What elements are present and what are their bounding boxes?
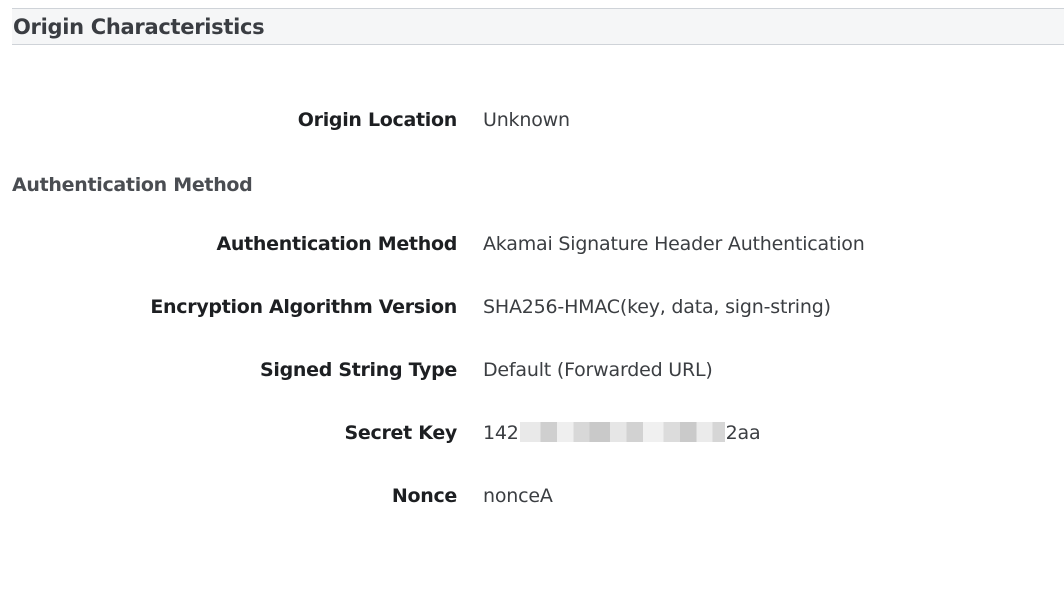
- nonce-value: nonceA: [483, 485, 553, 507]
- secret-key-redacted-pixelation: [519, 422, 725, 442]
- encryption-algorithm-value: SHA256-HMAC(key, data, sign-string): [483, 296, 831, 318]
- secret-key-value: 142 2aa: [483, 422, 761, 444]
- secret-key-suffix: 2aa: [725, 422, 761, 444]
- authentication-method-subheading: Authentication Method: [12, 174, 253, 196]
- origin-location-label: Origin Location: [297, 109, 458, 131]
- signed-string-type-label: Signed String Type: [260, 359, 457, 381]
- origin-location-row: Origin Location Unknown: [0, 109, 1064, 137]
- section-title: Origin Characteristics: [13, 15, 265, 39]
- authentication-method-row: Authentication Method Akamai Signature H…: [0, 233, 1064, 261]
- signed-string-type-row: Signed String Type Default (Forwarded UR…: [0, 359, 1064, 387]
- encryption-algorithm-label: Encryption Algorithm Version: [150, 296, 457, 318]
- section-header: Origin Characteristics: [12, 8, 1064, 45]
- nonce-label: Nonce: [391, 485, 457, 507]
- origin-location-value: Unknown: [483, 109, 570, 131]
- secret-key-label: Secret Key: [344, 422, 458, 444]
- signed-string-type-value: Default (Forwarded URL): [483, 359, 713, 381]
- authentication-method-value: Akamai Signature Header Authentication: [483, 233, 865, 255]
- secret-key-row: Secret Key 142 2aa: [0, 422, 1064, 450]
- secret-key-prefix: 142: [483, 422, 519, 444]
- authentication-method-label: Authentication Method: [216, 233, 458, 255]
- encryption-algorithm-row: Encryption Algorithm Version SHA256-HMAC…: [0, 296, 1064, 324]
- nonce-row: Nonce nonceA: [0, 485, 1064, 513]
